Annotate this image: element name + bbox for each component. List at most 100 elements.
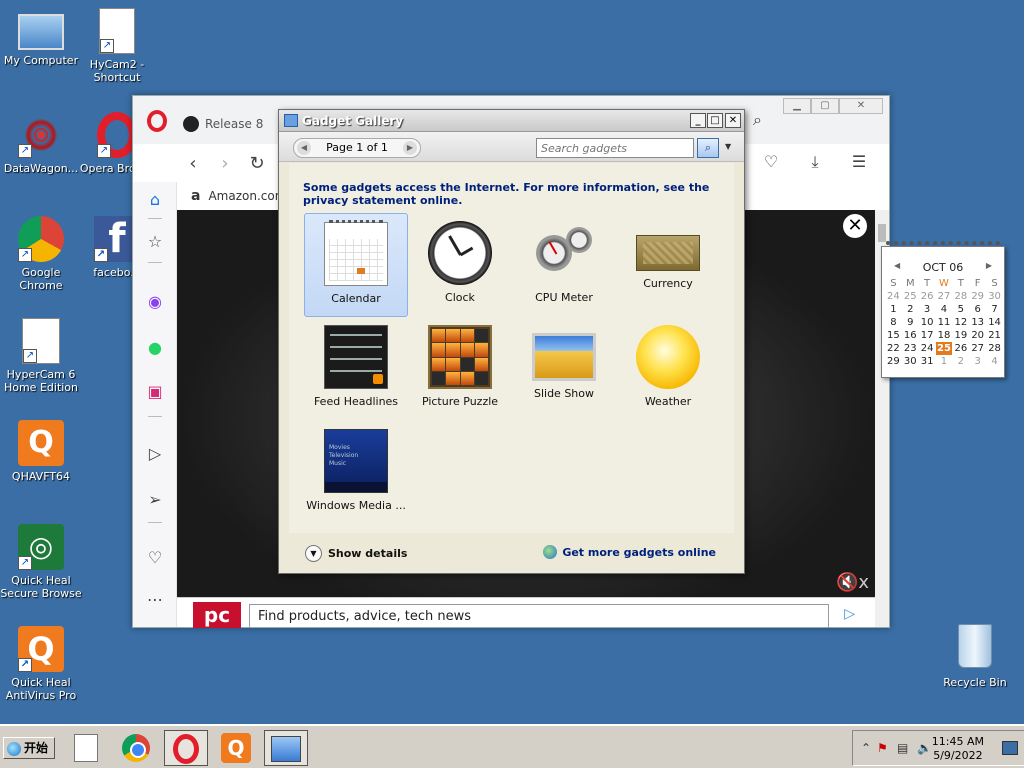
day-cell[interactable]: 9 xyxy=(902,316,919,329)
ad-search-input[interactable]: Find products, advice, tech news xyxy=(249,604,829,628)
day-cell[interactable]: 8 xyxy=(885,316,902,329)
chevron-down-icon[interactable]: ▼ xyxy=(725,142,731,151)
day-cell[interactable]: 17 xyxy=(919,329,936,342)
desktop-icon-recycle-bin[interactable]: Recycle Bin xyxy=(934,624,1016,689)
gadget-windows-media-center[interactable]: Movies Television Music Windows Media ..… xyxy=(304,421,408,525)
next-month-icon[interactable]: ▶ xyxy=(986,261,992,270)
taskbar-quick-heal[interactable]: Q xyxy=(214,730,258,766)
desktop-icon-chrome[interactable]: ↗ Google Chrome xyxy=(0,216,82,292)
instagram-icon[interactable]: ▣ xyxy=(145,382,165,402)
gadget-gallery-window[interactable]: Gadget Gallery _ □ ✕ ◀ Page 1 of 1 ▶ ⌕ ▼… xyxy=(278,109,745,574)
day-cell[interactable]: 29 xyxy=(969,290,986,303)
day-cell[interactable]: 28 xyxy=(986,342,1003,355)
day-cell[interactable]: 1 xyxy=(885,303,902,316)
day-cell[interactable]: 22 xyxy=(885,342,902,355)
gadget-cpu-meter[interactable]: CPU Meter xyxy=(512,213,616,317)
day-cell[interactable]: 28 xyxy=(952,290,969,303)
action-center-icon[interactable]: ⚑ xyxy=(877,741,888,755)
day-cell[interactable]: 1 xyxy=(936,355,953,368)
volume-icon[interactable]: 🔈 xyxy=(917,741,932,755)
day-cell[interactable]: 7 xyxy=(986,303,1003,316)
system-clock[interactable]: 11:45 AM 5/9/2022 xyxy=(932,735,984,763)
day-cell[interactable]: 12 xyxy=(952,316,969,329)
day-cell[interactable]: 27 xyxy=(936,290,953,303)
gallery-title-bar[interactable]: Gadget Gallery _ □ ✕ xyxy=(279,110,744,132)
day-cell[interactable]: 19 xyxy=(952,329,969,342)
day-cell[interactable]: 13 xyxy=(969,316,986,329)
day-cell[interactable]: 16 xyxy=(902,329,919,342)
taskbar-opera[interactable] xyxy=(164,730,208,766)
send-icon[interactable]: ➢ xyxy=(145,490,165,510)
close-overlay-button[interactable]: ✕ xyxy=(843,214,867,238)
gadget-picture-puzzle[interactable]: Picture Puzzle xyxy=(408,317,512,421)
day-cell[interactable]: 15 xyxy=(885,329,902,342)
chevron-up-icon[interactable]: ⌃ xyxy=(861,741,871,755)
day-cell[interactable]: 26 xyxy=(919,290,936,303)
desktop-icon-hypercam6[interactable]: ↗ HyperCam 6 Home Edition xyxy=(0,318,82,394)
day-cell[interactable]: 20 xyxy=(969,329,986,342)
gadget-feed-headlines[interactable]: Feed Headlines xyxy=(304,317,408,421)
search-button[interactable]: ⌕ xyxy=(697,138,719,158)
bookmark-amazon[interactable]: Amazon.com xyxy=(208,189,286,203)
close-button[interactable]: ✕ xyxy=(725,113,741,128)
heart-icon[interactable]: ♡ xyxy=(145,548,165,568)
prev-page-icon[interactable]: ◀ xyxy=(297,141,311,155)
forward-icon[interactable]: › xyxy=(209,153,241,174)
desktop-icon-my-computer[interactable]: My Computer xyxy=(0,10,82,67)
day-cell[interactable]: 2 xyxy=(952,355,969,368)
show-desktop-icon[interactable] xyxy=(1002,741,1018,755)
gadget-slide-show[interactable]: Slide Show xyxy=(512,317,616,421)
day-cell[interactable]: 5 xyxy=(952,303,969,316)
day-cell[interactable]: 30 xyxy=(986,290,1003,303)
next-page-icon[interactable]: ▶ xyxy=(403,141,417,155)
day-cell[interactable]: 18 xyxy=(936,329,953,342)
ad-choices-icon[interactable]: ▷ xyxy=(844,606,855,622)
day-cell[interactable]: 14 xyxy=(986,316,1003,329)
opera-menu-icon[interactable] xyxy=(147,110,167,132)
messenger-icon[interactable]: ◉ xyxy=(145,292,165,312)
taskbar-chrome[interactable] xyxy=(114,730,158,766)
day-cell[interactable]: 4 xyxy=(986,355,1003,368)
day-cell[interactable]: 29 xyxy=(885,355,902,368)
taskbar-hycam[interactable] xyxy=(64,730,108,766)
day-cell[interactable]: 3 xyxy=(969,355,986,368)
minimize-button[interactable]: ▁ xyxy=(783,98,811,114)
day-cell-today[interactable]: 25 xyxy=(935,342,953,355)
heart-icon[interactable]: ♡ xyxy=(755,152,787,172)
maximize-button[interactable]: ▢ xyxy=(811,98,839,114)
day-cell[interactable]: 6 xyxy=(969,303,986,316)
home-icon[interactable]: ⌂ xyxy=(145,190,165,210)
reload-icon[interactable]: ↻ xyxy=(241,153,273,174)
browser-tab[interactable]: Release 8 xyxy=(183,116,263,132)
mute-icon[interactable]: 🔇x xyxy=(836,572,869,593)
desktop-icon-quick-heal-av[interactable]: Q ↗ Quick Heal AntiVirus Pro xyxy=(0,626,82,702)
day-cell[interactable]: 24 xyxy=(919,342,936,355)
day-cell[interactable]: 31 xyxy=(919,355,936,368)
calendar-gadget[interactable]: ◀ OCT 06 ▶ S M T W T F S 24 25 26 27 28 … xyxy=(881,241,1005,378)
maximize-button[interactable]: □ xyxy=(707,113,723,128)
player-icon[interactable]: ▷ xyxy=(145,444,165,464)
menu-icon[interactable]: ☰ xyxy=(843,152,875,172)
star-icon[interactable]: ☆ xyxy=(145,232,165,252)
desktop-icon-hycam2[interactable]: ↗ HyCam2 - Shortcut xyxy=(76,8,158,84)
day-cell[interactable]: 11 xyxy=(936,316,953,329)
close-button[interactable]: ✕ xyxy=(839,98,883,114)
gadget-calendar[interactable]: Calendar xyxy=(304,213,408,317)
gadget-currency[interactable]: Currency xyxy=(616,213,720,317)
day-cell[interactable]: 4 xyxy=(936,303,953,316)
day-cell[interactable]: 25 xyxy=(902,290,919,303)
day-cell[interactable]: 2 xyxy=(902,303,919,316)
download-icon[interactable]: ⤓ xyxy=(799,152,831,172)
network-icon[interactable]: ▤ xyxy=(897,741,908,755)
search-gadgets-input[interactable] xyxy=(536,138,694,158)
scrollbar-thumb[interactable] xyxy=(878,224,886,242)
day-cell[interactable]: 27 xyxy=(969,342,986,355)
day-cell[interactable]: 30 xyxy=(902,355,919,368)
day-cell[interactable]: 26 xyxy=(952,342,969,355)
day-cell[interactable]: 10 xyxy=(919,316,936,329)
back-icon[interactable]: ‹ xyxy=(177,153,209,174)
gadget-clock[interactable]: Clock xyxy=(408,213,512,317)
day-cell[interactable]: 21 xyxy=(986,329,1003,342)
show-details-button[interactable]: ▼ Show details xyxy=(305,545,407,562)
desktop-icon-quick-heal-browse[interactable]: ◎ ↗ Quick Heal Secure Browse xyxy=(0,524,82,600)
